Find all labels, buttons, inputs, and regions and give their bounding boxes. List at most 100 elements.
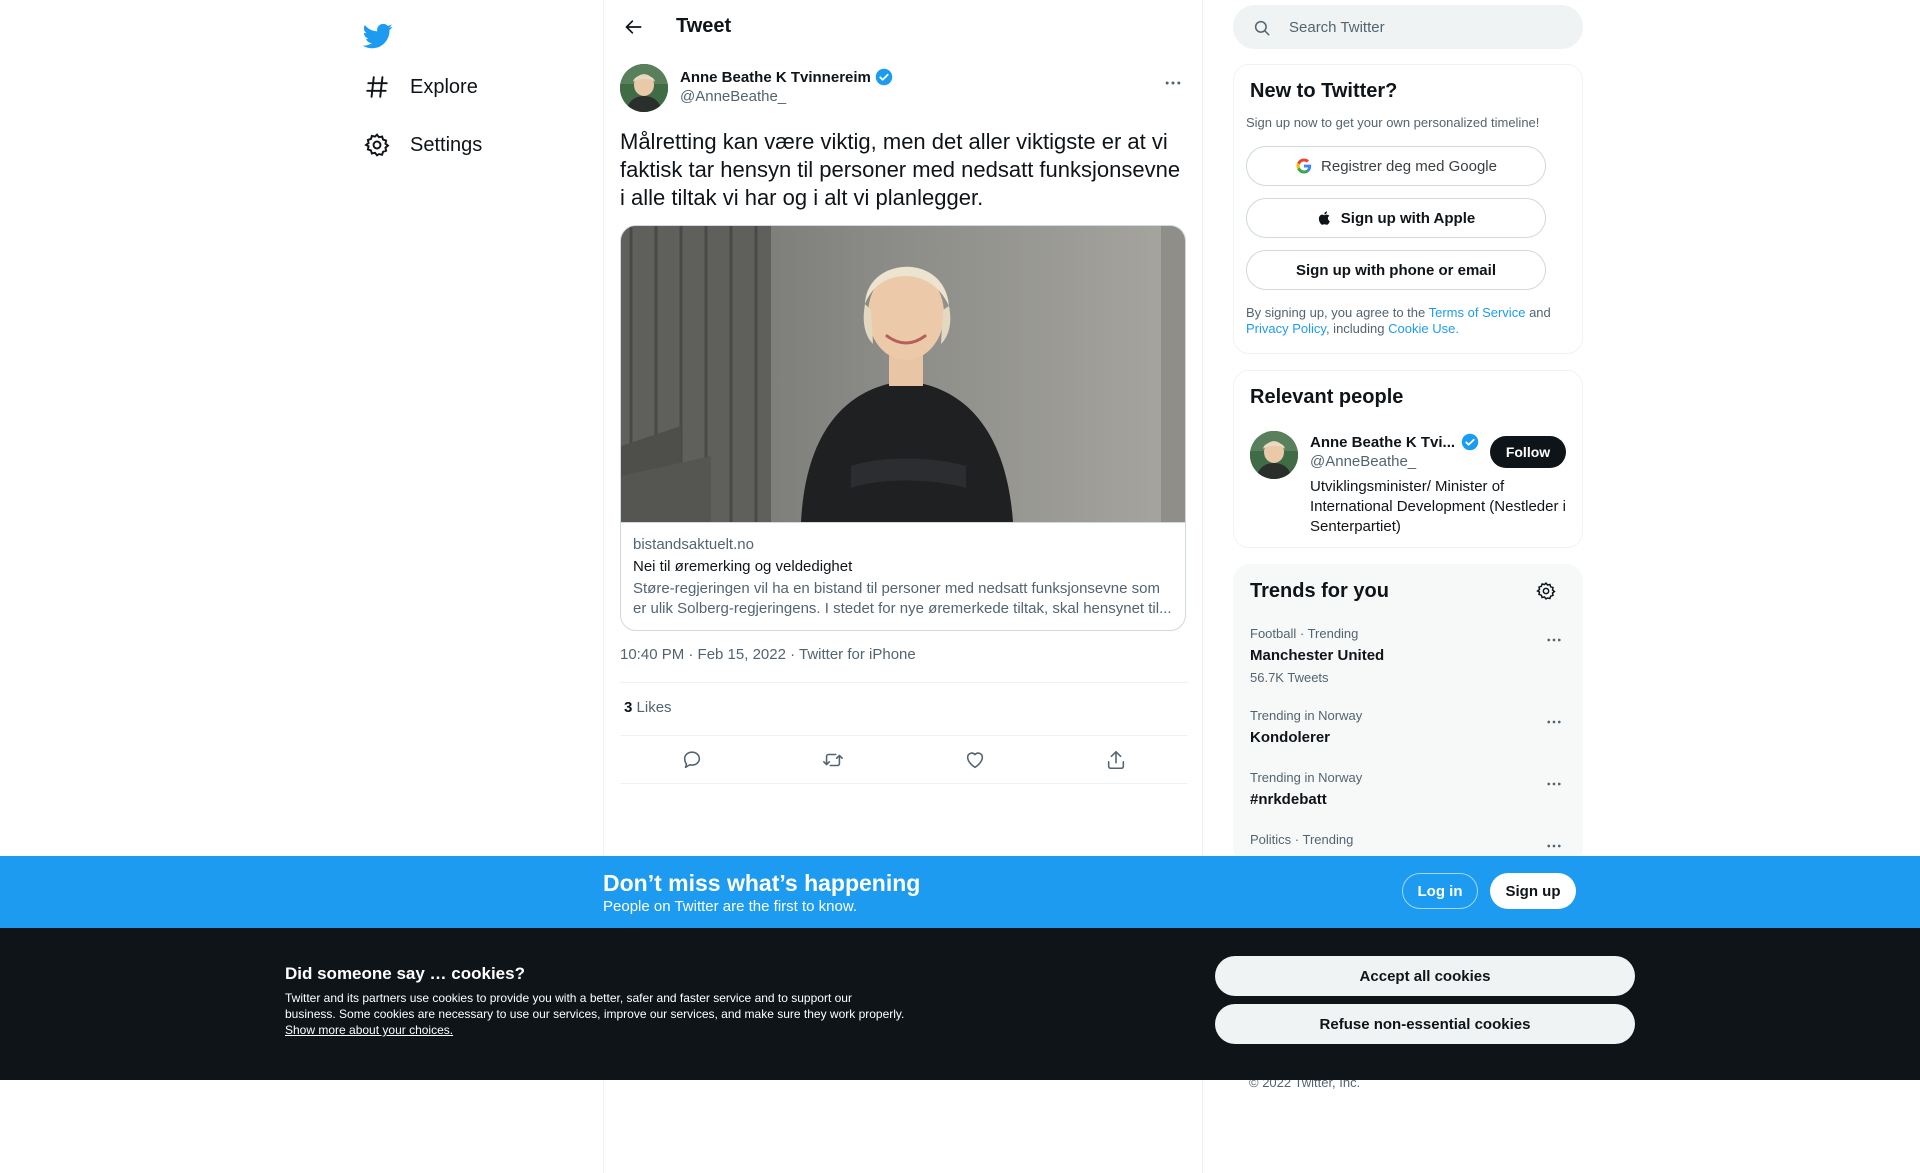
search-box[interactable] — [1233, 5, 1583, 49]
card-description-line: Støre-regjeringen vil ha en bistand til … — [633, 580, 1160, 597]
apple-signup-label: Sign up with Apple — [1340, 209, 1476, 227]
search-icon — [1254, 20, 1270, 36]
google-signup-label: Registrer deg med Google — [1321, 157, 1497, 175]
more-dots-icon — [1547, 638, 1561, 642]
divider — [620, 783, 1188, 784]
phone-email-signup-label: Sign up with phone or email — [1295, 261, 1496, 279]
trend-meta: Trending in Norway — [1250, 770, 1363, 785]
apple-signup-button[interactable]: Sign up with Apple — [1246, 198, 1546, 238]
terms-of-service-link[interactable]: Terms of Service — [1429, 305, 1526, 320]
page-title: Tweet — [676, 15, 732, 37]
trend-meta: Trending in Norway — [1250, 708, 1363, 723]
trends-panel: Trends for you Football · Trending Manch… — [1233, 564, 1583, 864]
trend-item[interactable]: Politics · Trending — [1250, 832, 1568, 848]
like-button[interactable] — [959, 744, 991, 776]
search-input[interactable] — [1289, 5, 1569, 49]
tweet-text: Målretting kan være viktig, men det alle… — [620, 129, 1181, 210]
author-name-text: Anne Beathe K Tvinnereim — [680, 68, 871, 86]
tweet-more-button[interactable] — [1158, 68, 1188, 98]
tweet-timestamp[interactable]: 10:40 PM · Feb 15, 2022 · Twitter for iP… — [620, 646, 916, 663]
likes-count[interactable]: 3 Likes — [624, 699, 672, 716]
retweet-button[interactable] — [817, 744, 849, 776]
back-button[interactable] — [616, 9, 652, 45]
retweet-icon — [823, 753, 843, 767]
trend-name: Manchester United — [1250, 647, 1385, 664]
nav-item-settings[interactable]: Settings — [352, 119, 494, 171]
follow-button[interactable]: Follow — [1490, 436, 1566, 468]
trend-item[interactable]: Trending in Norway Kondolerer — [1250, 708, 1568, 748]
signup-button[interactable]: Sign up — [1490, 873, 1576, 909]
author-name[interactable]: Anne Beathe K Tvinnereim — [680, 68, 893, 86]
avatar-image — [620, 64, 668, 112]
arrow-left-icon — [625, 20, 642, 34]
tweet-author: Anne Beathe K Tvinnereim @AnneBeathe_ — [620, 64, 1188, 114]
link-card[interactable]: bistandsaktuelt.no Nei til øremerking og… — [620, 225, 1186, 631]
divider — [620, 682, 1188, 683]
trend-more-button[interactable] — [1540, 770, 1568, 798]
likes-label: Likes — [636, 699, 672, 716]
phone-email-signup-button[interactable]: Sign up with phone or email — [1246, 250, 1546, 290]
verified-badge-icon — [1461, 433, 1479, 451]
person-name-text: Anne Beathe K Tvi... — [1310, 433, 1456, 451]
trend-count: 56.7K Tweets — [1250, 670, 1329, 685]
cookie-use-link[interactable]: Cookie Use. — [1388, 321, 1459, 336]
divider — [620, 735, 1188, 736]
person-name[interactable]: Anne Beathe K Tvi... — [1310, 433, 1479, 451]
author-handle[interactable]: @AnneBeathe_ — [680, 88, 786, 105]
signup-subtitle: Sign up now to get your own personalized… — [1246, 115, 1540, 130]
trend-item[interactable]: Trending in Norway #nrkdebatt — [1250, 770, 1568, 810]
card-photo — [621, 226, 1185, 522]
trends-title: Trends for you — [1250, 580, 1389, 602]
refuse-cookies-button[interactable]: Refuse non-essential cookies — [1215, 1004, 1635, 1044]
more-dots-icon — [1547, 844, 1561, 848]
card-description-line: er ulik Solberg-regjeringens. I stedet f… — [633, 600, 1172, 617]
more-dots-icon — [1547, 782, 1561, 786]
gear-icon — [1536, 581, 1556, 600]
cookie-body: Twitter and its partners use cookies to … — [285, 991, 905, 1021]
card-image — [621, 226, 1185, 522]
signup-legal-text: By signing up, you agree to the Terms of… — [1246, 305, 1566, 337]
nav-item-explore[interactable]: Explore — [352, 61, 490, 113]
nav-label-settings: Settings — [410, 133, 483, 156]
legal-prefix: By signing up, you agree to the — [1246, 305, 1426, 320]
card-domain: bistandsaktuelt.no — [633, 536, 754, 553]
like-icon — [966, 752, 984, 769]
banner-subtitle: People on Twitter are the first to know. — [603, 898, 858, 915]
author-avatar[interactable] — [620, 64, 668, 112]
legal-including: , including — [1325, 321, 1385, 336]
privacy-policy-link[interactable]: Privacy Policy — [1246, 321, 1326, 336]
card-title: Nei til øremerking og veldedighet — [633, 558, 853, 575]
cookie-choices-link[interactable]: Show more about your choices. — [285, 1023, 453, 1037]
cookie-text: Twitter and its partners use cookies to … — [285, 990, 905, 1038]
card-description: Støre-regjeringen vil ha en bistand til … — [633, 579, 1175, 619]
login-banner: Don’t miss what’s happening People on Tw… — [0, 856, 1920, 928]
tweet-header: Tweet — [604, 0, 1204, 53]
trend-meta: Politics · Trending — [1250, 832, 1354, 847]
accept-cookies-button[interactable]: Accept all cookies — [1215, 956, 1635, 996]
person-bio: Utviklingsminister/ Minister of Internat… — [1310, 478, 1566, 535]
trend-more-button[interactable] — [1540, 708, 1568, 736]
legal-and: and — [1529, 305, 1551, 320]
login-button[interactable]: Log in — [1402, 873, 1478, 909]
reply-button[interactable] — [676, 744, 708, 776]
trend-item[interactable]: Football · Trending Manchester United 56… — [1250, 626, 1568, 686]
apple-icon — [1318, 211, 1330, 225]
nav-label-explore: Explore — [410, 75, 478, 98]
twitter-bird-icon — [363, 23, 393, 49]
trend-name: #nrkdebatt — [1250, 791, 1327, 808]
twitter-logo-link[interactable] — [352, 10, 404, 62]
share-button[interactable] — [1100, 744, 1132, 776]
likes-number: 3 — [624, 699, 633, 716]
trend-more-button[interactable] — [1540, 626, 1568, 654]
trend-name: Kondolerer — [1250, 729, 1331, 746]
tweet-actions — [620, 744, 1188, 776]
reply-icon — [683, 751, 701, 769]
share-icon — [1107, 750, 1125, 770]
cookie-title: Did someone say … cookies? — [285, 964, 525, 983]
person-handle[interactable]: @AnneBeathe_ — [1310, 453, 1416, 470]
cookie-banner: Did someone say … cookies? Twitter and i… — [0, 928, 1920, 1080]
person-avatar[interactable] — [1250, 431, 1298, 479]
signup-panel: New to Twitter? Sign up now to get your … — [1233, 64, 1583, 354]
trends-settings-button[interactable] — [1536, 581, 1558, 603]
google-signup-button[interactable]: Registrer deg med Google — [1246, 146, 1546, 186]
